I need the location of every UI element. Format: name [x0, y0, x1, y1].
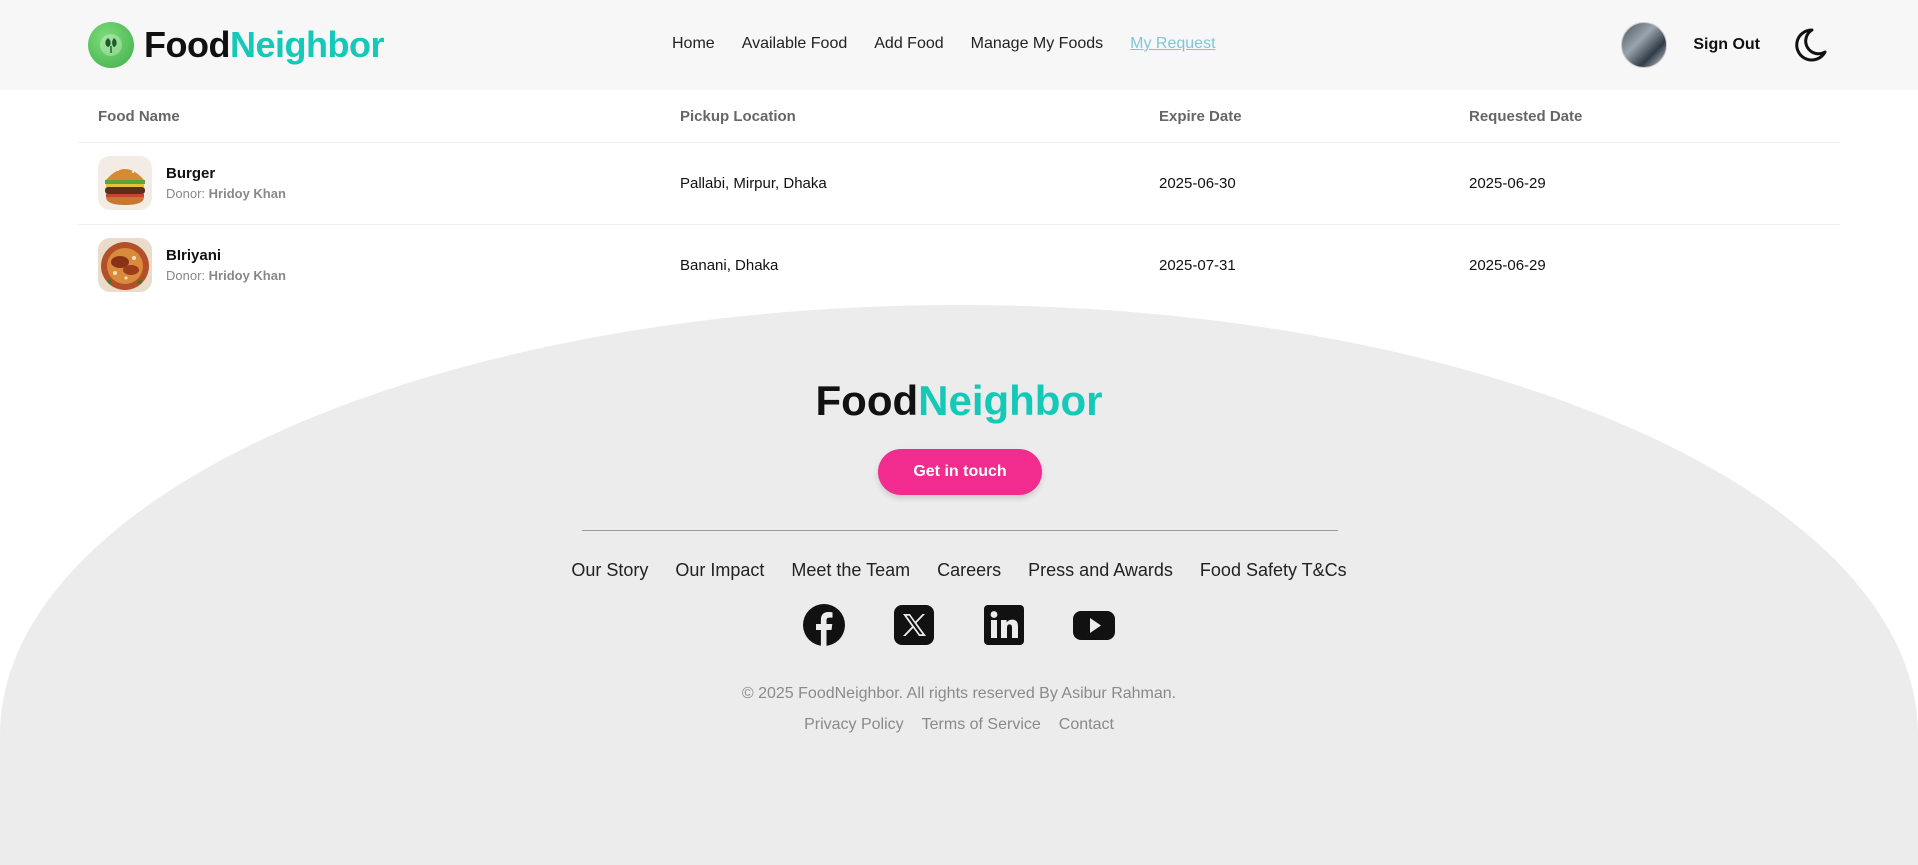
footer-brand: FoodNeighbor — [0, 377, 1918, 425]
contact-link[interactable]: Contact — [1059, 716, 1114, 734]
pickup-location: Banani, Dhaka — [680, 256, 779, 274]
footer-brand-part1: Food — [815, 377, 919, 424]
footer-brand-part2: Neighbor — [918, 377, 1103, 424]
donor-name: Hridoy Khan — [208, 268, 286, 284]
burger-image — [98, 156, 152, 210]
nav-home[interactable]: Home — [672, 35, 715, 53]
nav-add-food[interactable]: Add Food — [874, 35, 943, 53]
biriyani-image — [98, 238, 152, 293]
header-expire-date: Expire Date — [1139, 92, 1449, 143]
footer-divider — [582, 530, 1338, 531]
navbar: FoodNeighbor Home Available Food Add Foo… — [0, 0, 1918, 90]
donor-info: Donor: Hridoy Khan — [166, 186, 286, 201]
pickup-location: Pallabi, Mirpur, Dhaka — [660, 142, 1139, 225]
footer-links: Our Story Our Impact Meet the Team Caree… — [0, 560, 1918, 581]
linkedin-icon[interactable] — [982, 603, 1026, 647]
nav-my-request[interactable]: My Request — [1130, 35, 1215, 53]
expire-date: 2025-07-31 — [1159, 256, 1236, 274]
footer-link-food-safety[interactable]: Food Safety T&Cs — [1200, 560, 1347, 581]
donor-info: Donor: Hridoy Khan — [166, 268, 286, 283]
expire-date: 2025-06-30 — [1139, 142, 1449, 225]
get-in-touch-button[interactable]: Get in touch — [878, 449, 1042, 495]
facebook-icon[interactable] — [802, 603, 846, 647]
footer-link-careers[interactable]: Careers — [937, 560, 1001, 581]
privacy-policy-link[interactable]: Privacy Policy — [804, 716, 904, 734]
sign-out-button[interactable]: Sign Out — [1693, 36, 1760, 54]
terms-of-service-link[interactable]: Terms of Service — [922, 716, 1041, 734]
x-icon[interactable] — [892, 603, 936, 647]
requests-table: Food Name Pickup Location Expire Date Re… — [78, 92, 1840, 306]
brand-logo[interactable]: FoodNeighbor — [88, 22, 384, 68]
requested-date: 2025-06-29 — [1469, 256, 1546, 274]
table-row: Burger Donor: Hridoy Khan Pallabi, Mirpu… — [78, 142, 1840, 225]
table-row: BIriyani Donor: Hridoy Khan Banani, Dhak… — [78, 224, 1840, 306]
nav-available-food[interactable]: Available Food — [742, 35, 848, 53]
youtube-icon[interactable] — [1072, 603, 1116, 647]
footer-link-our-story[interactable]: Our Story — [571, 560, 648, 581]
legal-links: Privacy Policy Terms of Service Contact — [0, 716, 1918, 734]
requested-date: 2025-06-29 — [1449, 142, 1840, 225]
header-food-name: Food Name — [78, 92, 660, 143]
food-name: BIriyani — [166, 247, 222, 265]
food-cell: Burger Donor: Hridoy Khan — [78, 142, 660, 225]
food-cell: BIriyani Donor: Hridoy Khan — [78, 224, 660, 306]
footer-link-our-impact[interactable]: Our Impact — [675, 560, 764, 581]
donor-name: Hridoy Khan — [208, 186, 286, 201]
nav-actions: Sign Out — [1621, 22, 1830, 68]
donor-label: Donor: — [166, 186, 209, 201]
moon-icon[interactable] — [1790, 25, 1830, 65]
nav-manage-my-foods[interactable]: Manage My Foods — [971, 35, 1104, 53]
footer-link-meet-the-team[interactable]: Meet the Team — [791, 560, 910, 581]
brand-name-part1: Food — [144, 24, 230, 65]
header-pickup-location: Pickup Location — [660, 92, 1139, 143]
footer-link-press-awards[interactable]: Press and Awards — [1028, 560, 1173, 581]
social-links — [0, 603, 1918, 647]
user-avatar[interactable] — [1621, 22, 1668, 68]
footer: FoodNeighbor Get in touch Our Story Our … — [0, 305, 1918, 865]
header-requested-date: Requested Date — [1449, 92, 1840, 143]
copyright-text: © 2025 FoodNeighbor. All rights reserved… — [741, 685, 1177, 702]
table-header-row: Food Name Pickup Location Expire Date Re… — [78, 92, 1840, 143]
brand-name: FoodNeighbor — [144, 24, 384, 66]
logo-icon — [88, 22, 134, 68]
donor-label: Donor: — [166, 268, 209, 284]
main-nav: Home Available Food Add Food Manage My F… — [672, 35, 1216, 53]
brand-name-part2: Neighbor — [229, 24, 385, 65]
food-name: Burger — [166, 165, 216, 182]
